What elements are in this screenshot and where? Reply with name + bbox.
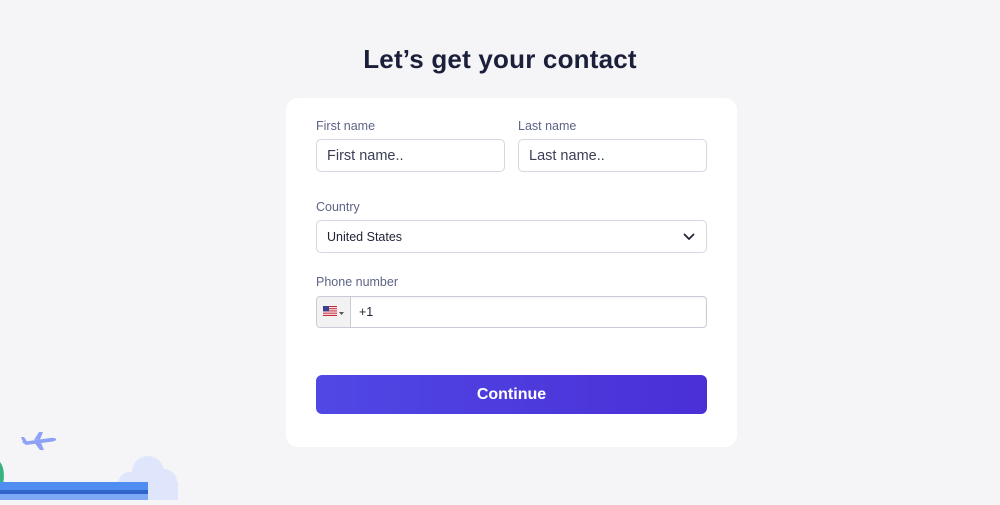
phone-number-field [316, 296, 707, 328]
country-label: Country [316, 200, 360, 214]
contact-form-card: First name Last name Country United Stat… [286, 98, 737, 447]
page-title: Let’s get your contact [363, 44, 637, 74]
last-name-label: Last name [518, 119, 577, 133]
continue-button[interactable]: Continue [316, 375, 707, 414]
platform-decoration [0, 482, 148, 505]
country-select[interactable]: United States [316, 220, 707, 253]
phone-number-input[interactable] [351, 297, 706, 327]
first-name-input[interactable] [316, 139, 505, 172]
airplane-icon [20, 428, 58, 457]
us-flag-icon [323, 303, 337, 321]
phone-number-label: Phone number [316, 275, 399, 289]
country-selected-value: United States [327, 229, 403, 244]
caret-down-icon [339, 303, 344, 321]
first-name-label: First name [316, 119, 376, 133]
country-code-dropdown[interactable] [317, 297, 351, 327]
chevron-down-icon [682, 230, 696, 244]
last-name-input[interactable] [518, 139, 707, 172]
